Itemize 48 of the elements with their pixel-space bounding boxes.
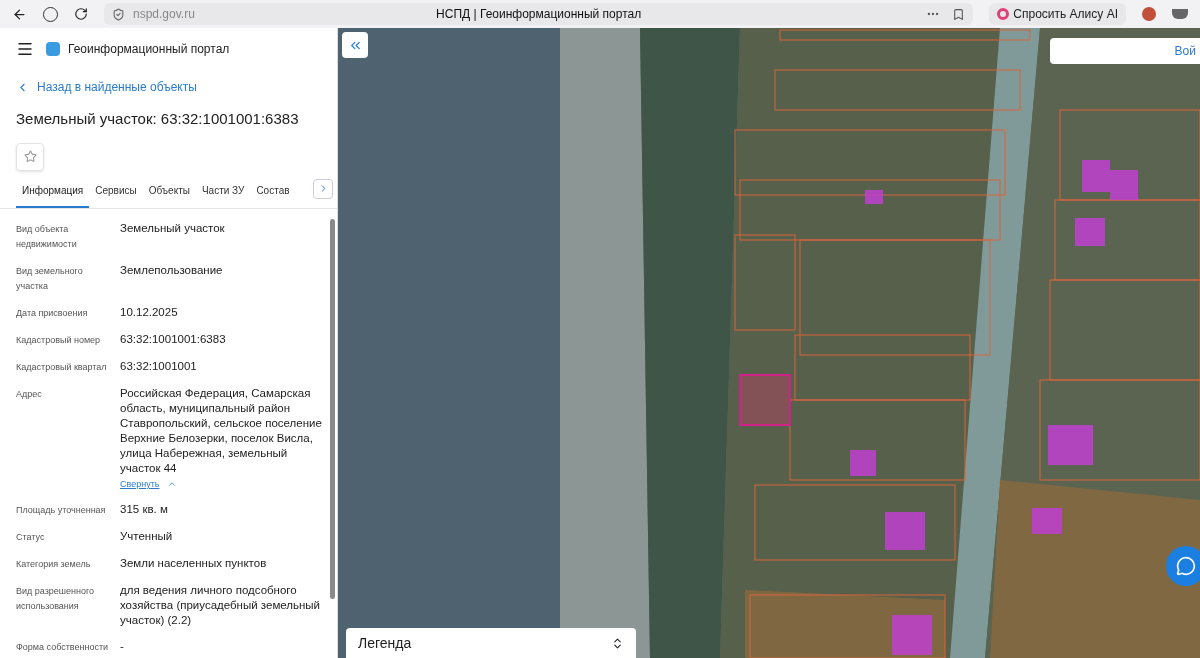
field-value: Учтенный [120, 529, 174, 544]
page-title: НСПД | Геоинформационный портал [436, 6, 642, 23]
field-value: Землепользование [120, 262, 224, 278]
field-label: Категория земель [16, 558, 92, 571]
assistant-button[interactable]: Спросить Алису AI [989, 3, 1126, 25]
field-label: Адрес [16, 387, 43, 401]
shield-icon [112, 7, 125, 21]
field-label: Кадастровый квартал [16, 360, 108, 374]
login-button[interactable]: Вой [1050, 38, 1200, 64]
field-value: 315 кв. м [120, 502, 169, 517]
address-bar[interactable]: nspd.gov.ru НСПД | Геоинформационный портал [104, 3, 974, 25]
legend-dropdown[interactable]: Легенда [346, 628, 636, 658]
field-value: для ведения личного подсобного хозяйства (приусадебный земельный участок) (2.2) [120, 583, 322, 628]
chat-icon [1176, 556, 1196, 576]
url-text: nspd.gov.ru [133, 6, 195, 23]
field-label: Площадь уточненная [16, 504, 107, 517]
tab[interactable]: Сервисы [89, 182, 143, 208]
field-value: 63:32:1001001 [120, 358, 198, 374]
tab[interactable]: Объекты [142, 182, 196, 208]
field-value: 63:32:1001001:6383 [120, 331, 227, 347]
assistant-logo-icon [997, 8, 1010, 20]
tab[interactable]: Состав [250, 182, 296, 208]
tab[interactable]: Части ЗУ [195, 182, 251, 208]
back-link[interactable]: Назад в найденные объекты [0, 78, 337, 96]
bookmark-icon[interactable] [952, 7, 966, 21]
field-label: Форма собственности [16, 641, 110, 654]
collapse-panel-button[interactable] [342, 32, 368, 58]
field-value: - [120, 639, 125, 654]
field-label: Вид земельного участка [16, 264, 84, 293]
back-icon[interactable] [12, 6, 27, 22]
field-value: 10.12.2025 [120, 304, 179, 320]
up-down-chevron-icon [611, 636, 624, 650]
field-value: Земельный участок [120, 220, 226, 236]
portal-title: Геоинформационный портал [68, 41, 230, 58]
field-label: Вид объекта недвижимости [16, 222, 78, 251]
tab[interactable]: Информация [16, 182, 90, 208]
star-icon [23, 150, 37, 163]
reload-icon[interactable] [74, 7, 88, 21]
field-value: Земли населенных пунктов [120, 556, 268, 571]
collapse-link[interactable]: Свернуть [120, 477, 178, 491]
menu-icon[interactable] [16, 40, 34, 58]
field-value: Российская Федерация, Самарская область, муниципальный район Ставропольский, сельское поселение Верхние Белозерки, поселок Висла, улица Набережная, земельный участок 44 [120, 385, 322, 476]
parcel-heading: Земельный участок: 63:32:1001001:6383 [15, 109, 300, 129]
scrollbar[interactable] [330, 218, 335, 599]
field-label: Дата присвоения [16, 306, 89, 320]
field-label: Статус [16, 531, 46, 544]
field-label: Кадастровый номер [16, 333, 102, 347]
field-label: Вид разрешенного использования [16, 585, 96, 613]
